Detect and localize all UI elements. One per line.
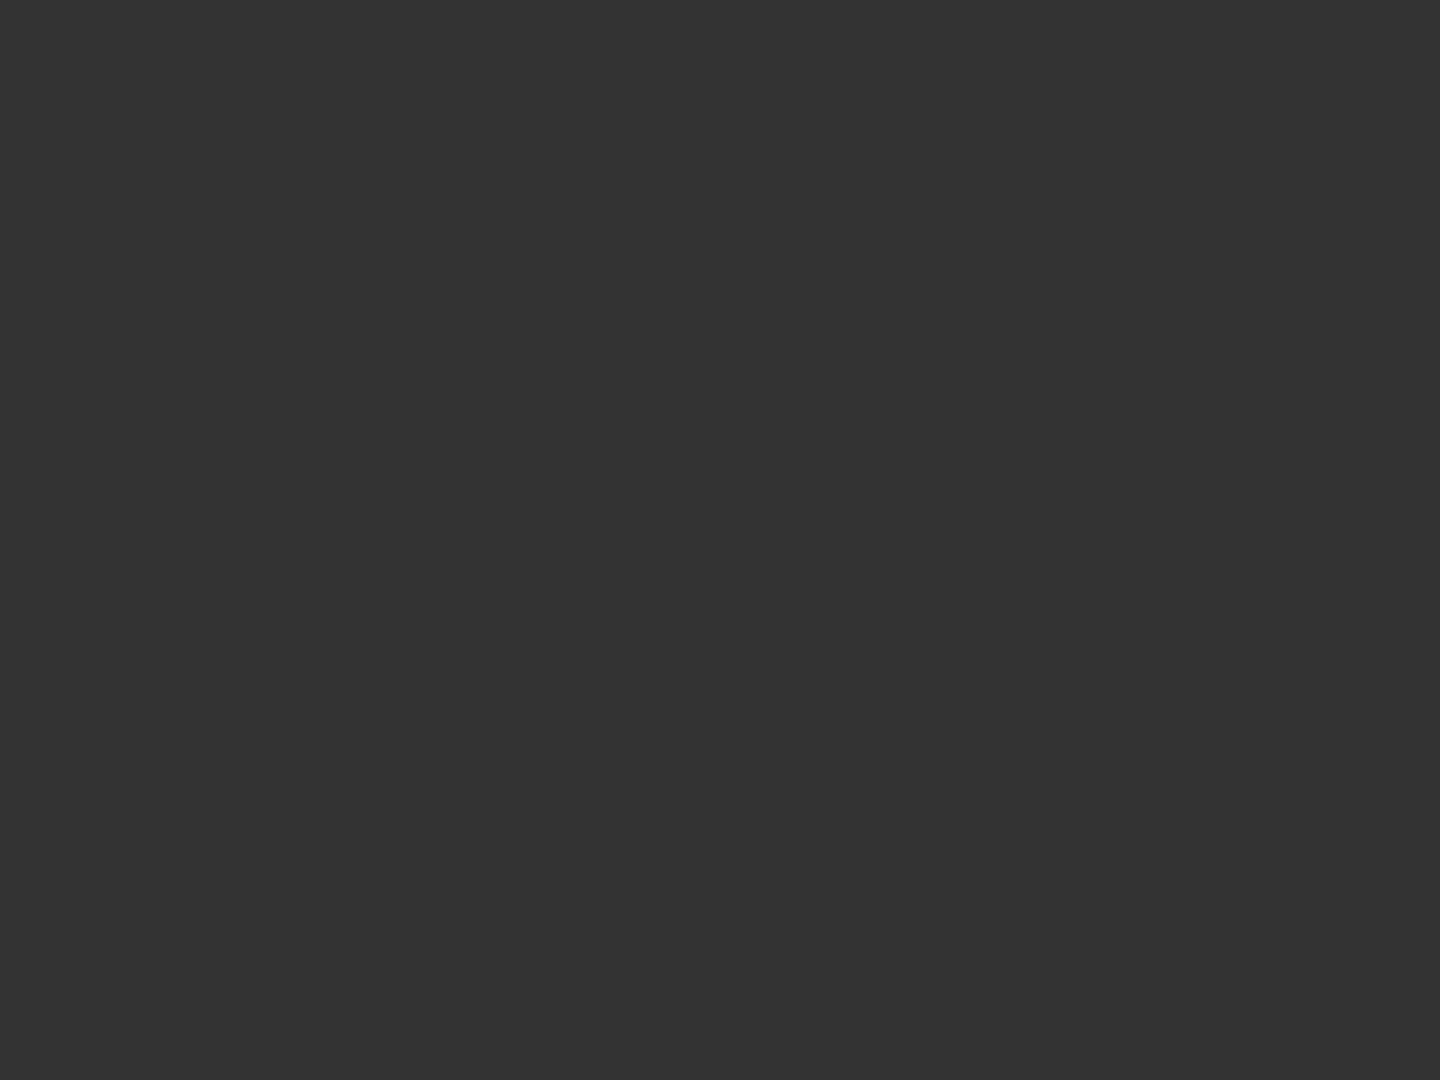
viewport-background <box>0 0 1440 1080</box>
terrain-viewport <box>0 0 1440 1080</box>
